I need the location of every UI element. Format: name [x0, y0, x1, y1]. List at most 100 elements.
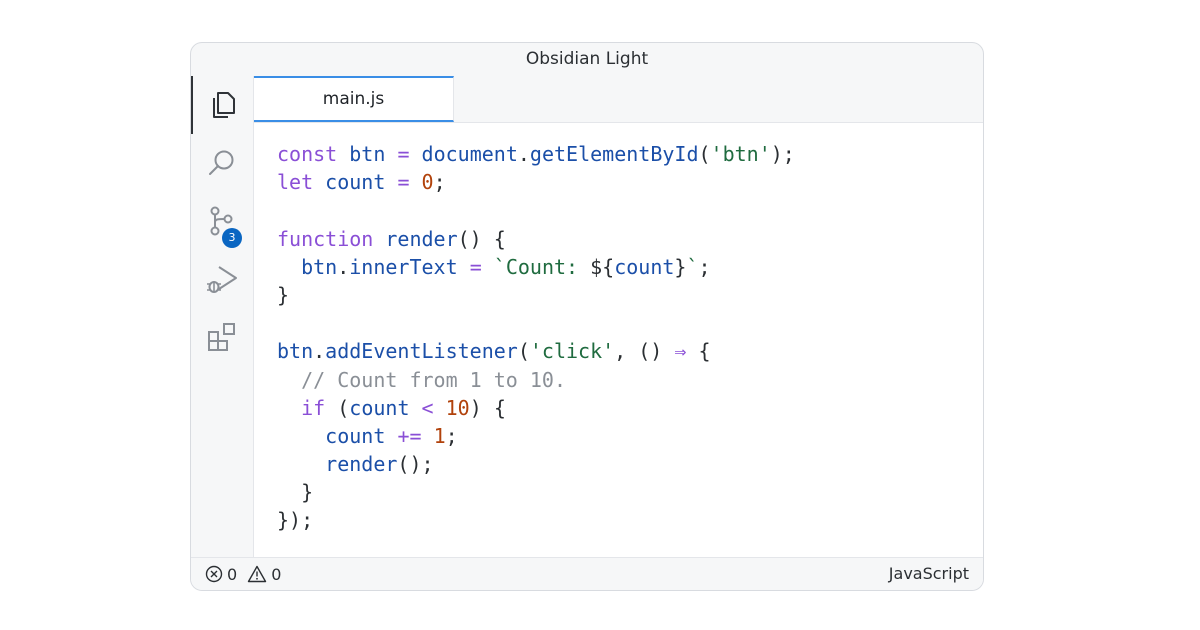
- code-token: }: [674, 254, 687, 279]
- code-token: render: [385, 226, 458, 251]
- tab-bar: main.js: [254, 76, 983, 123]
- code-token: (: [517, 339, 530, 364]
- code-line: // Count from 1 to 10.: [277, 366, 795, 394]
- warnings-count: 0: [271, 564, 282, 584]
- code-token: ) {: [469, 395, 506, 420]
- editor-window: Obsidian Light 3 main.js const btn = doc…: [190, 42, 984, 591]
- code-token: // Count from 1 to 10.: [301, 367, 566, 392]
- code-token: innerText: [349, 254, 458, 279]
- code-content[interactable]: const btn = document.getElementById('btn…: [277, 140, 795, 535]
- code-token: <: [421, 395, 434, 420]
- code-token: (: [698, 142, 711, 166]
- code-token: btn: [277, 339, 314, 364]
- code-token: btn: [301, 254, 338, 279]
- code-token: 'btn': [710, 142, 771, 166]
- code-token: );: [770, 142, 795, 166]
- code-token: `Count:: [493, 254, 591, 279]
- code-token: }: [277, 480, 314, 505]
- code-token: .: [337, 254, 350, 279]
- files-icon: [213, 92, 235, 118]
- activity-bar: 3: [191, 76, 254, 558]
- code-token: document: [421, 142, 518, 166]
- code-token: let: [277, 170, 314, 195]
- code-token: 10: [445, 395, 470, 420]
- code-token: `: [686, 254, 699, 279]
- warnings-indicator[interactable]: 0: [247, 565, 281, 584]
- run-debug-icon: [207, 266, 237, 293]
- extensions-icon: [208, 323, 235, 351]
- code-line: function render() {: [277, 225, 795, 253]
- code-token: }: [277, 282, 290, 307]
- status-bar: 0 0 JavaScript: [191, 557, 983, 590]
- code-token: count: [614, 254, 675, 279]
- code-token: =: [469, 254, 482, 279]
- code-token: =: [397, 142, 410, 166]
- code-token: const: [277, 142, 338, 166]
- language-mode[interactable]: JavaScript: [889, 558, 969, 590]
- code-token: render: [325, 452, 398, 477]
- source-control-badge: 3: [222, 228, 242, 248]
- activity-explorer[interactable]: [191, 76, 253, 134]
- code-token: 1: [433, 423, 446, 448]
- code-token: .: [517, 142, 530, 166]
- code-editor[interactable]: const btn = document.getElementById('btn…: [254, 123, 983, 558]
- code-token: ${: [590, 254, 615, 279]
- code-token: () {: [457, 226, 506, 251]
- code-token: btn: [349, 142, 386, 166]
- code-line: count += 1;: [277, 422, 795, 450]
- code-token: count: [349, 395, 410, 420]
- code-token: .: [313, 339, 326, 364]
- code-token: ;: [698, 254, 711, 279]
- code-line: btn.addEventListener('click', () ⇒ {: [277, 337, 795, 365]
- code-token: 'click': [529, 339, 615, 364]
- code-token: ⇒: [674, 339, 687, 364]
- code-line: btn.innerText = `Count: ${count}`;: [277, 253, 795, 281]
- code-line: }: [277, 281, 795, 309]
- code-token: (: [325, 395, 350, 420]
- code-token: function: [277, 226, 374, 251]
- activity-extensions[interactable]: [191, 308, 253, 366]
- code-token: addEventListener: [325, 339, 518, 364]
- code-token: ;: [433, 170, 446, 195]
- activity-source-control[interactable]: 3: [191, 192, 253, 250]
- code-token: +=: [397, 423, 422, 448]
- tab-main-js[interactable]: main.js: [254, 76, 454, 122]
- activity-run-debug[interactable]: [191, 250, 253, 308]
- code-line: });: [277, 506, 795, 534]
- warning-icon: [247, 565, 267, 583]
- errors-indicator[interactable]: 0: [205, 565, 237, 584]
- window-title: Obsidian Light: [525, 49, 649, 69]
- code-line: let count = 0;: [277, 168, 795, 196]
- code-token: =: [397, 170, 410, 195]
- errors-count: 0: [227, 564, 238, 584]
- error-icon: [205, 565, 223, 583]
- code-token: {: [686, 339, 711, 364]
- code-line: const btn = document.getElementById('btn…: [277, 140, 795, 168]
- search-icon: [209, 150, 234, 175]
- code-token: count: [325, 423, 386, 448]
- code-token: ;: [445, 423, 458, 448]
- activity-search[interactable]: [191, 134, 253, 192]
- code-token: getElementById: [529, 142, 699, 166]
- code-line: render();: [277, 450, 795, 478]
- code-token: if: [301, 395, 326, 420]
- code-line: }: [277, 478, 795, 506]
- code-token: });: [277, 508, 314, 533]
- code-token: count: [325, 170, 386, 195]
